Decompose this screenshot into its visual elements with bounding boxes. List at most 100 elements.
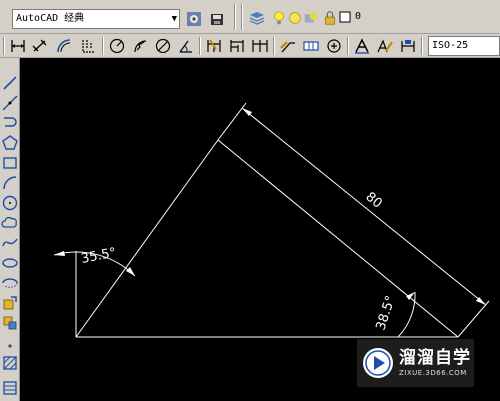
point-tool-button[interactable] <box>0 333 19 352</box>
workspace-save-icon <box>211 14 223 25</box>
hatch-tool-button[interactable] <box>0 353 19 372</box>
aligned-dimension-button[interactable] <box>30 36 50 56</box>
workspace-dropdown[interactable]: AutoCAD 经典 ▼ <box>12 9 180 29</box>
spline-tool-button[interactable] <box>0 233 19 252</box>
continue-dimension-button[interactable] <box>250 36 270 56</box>
tolerance-icon <box>303 41 319 51</box>
rectangle-tool-button[interactable] <box>0 153 19 172</box>
center-mark-button[interactable] <box>324 36 344 56</box>
ellipse-arc-icon <box>1 277 18 288</box>
insert-block-icon <box>3 295 17 309</box>
quick-dimension-button[interactable] <box>204 36 224 56</box>
toolbar-grip <box>3 37 5 55</box>
diameter-icon <box>155 38 171 54</box>
line-tool-button[interactable] <box>0 73 19 92</box>
gear-icon <box>187 12 201 26</box>
toolbar-separator <box>199 37 201 55</box>
quick-leader-button[interactable] <box>278 36 298 56</box>
angle-arc-right <box>397 291 416 338</box>
triangle-left-edge <box>75 139 219 338</box>
toolbar-separator <box>347 37 349 55</box>
line-icon <box>2 75 17 90</box>
ellipse-arc-tool-button[interactable] <box>0 273 19 292</box>
arc-tool-button[interactable] <box>0 173 19 192</box>
gradient-tool-button[interactable] <box>0 378 19 397</box>
layer-on-toggle[interactable] <box>271 8 287 28</box>
point-icon <box>7 343 12 348</box>
linear-dim-icon <box>11 40 25 52</box>
triangle-right-edge <box>217 139 459 338</box>
linear-dimension-button[interactable] <box>8 36 28 56</box>
angle-arrow-right-1 <box>406 292 415 300</box>
make-block-icon <box>3 316 16 329</box>
dimension-update-button[interactable] <box>398 36 418 56</box>
ordinate-icon <box>82 40 94 53</box>
tolerance-button[interactable] <box>301 36 321 56</box>
spline-icon <box>1 238 18 246</box>
continue-icon <box>252 40 268 52</box>
angle-arrow-left-1 <box>54 251 65 256</box>
ordinate-dimension-button[interactable] <box>78 36 98 56</box>
viewport-sun-icon <box>304 12 318 23</box>
baseline-dimension-button[interactable] <box>227 36 247 56</box>
polyline-tool-button[interactable] <box>0 113 19 132</box>
dim-extension-line-2 <box>457 300 490 338</box>
layers-icon <box>249 12 265 25</box>
dim-line-80 <box>241 107 487 306</box>
xline-icon <box>2 95 17 110</box>
toolbar-separator <box>273 37 275 55</box>
angular-dimension-button[interactable] <box>176 36 196 56</box>
insert-block-button[interactable] <box>0 293 19 312</box>
dim-text-edit-icon <box>377 39 393 53</box>
leader-icon <box>280 41 295 53</box>
dimension-style-value: ISO-25 <box>432 40 469 51</box>
dimension-text-edit-button[interactable] <box>375 36 395 56</box>
color-square-icon <box>339 11 351 23</box>
hatch-icon <box>2 355 17 370</box>
layer-manager-button[interactable] <box>247 8 267 28</box>
draw-toolbar <box>0 58 20 401</box>
angle-text-right[interactable]: 38.5° <box>374 294 399 332</box>
save-workspace-button[interactable] <box>207 9 227 29</box>
workspace-value: AutoCAD 经典 <box>16 13 85 24</box>
dimension-edit-button[interactable] <box>352 36 372 56</box>
watermark-name: 溜溜自学 <box>399 348 471 368</box>
circle-tool-button[interactable] <box>0 193 19 212</box>
revision-cloud-button[interactable] <box>0 213 19 232</box>
dim-edit-icon <box>355 38 369 54</box>
dimension-toolbar: ISO-25 <box>0 34 500 58</box>
toolbar-separator <box>421 37 423 55</box>
angle-text-left[interactable]: 35.5° <box>80 245 118 266</box>
lightbulb-icon <box>274 11 284 25</box>
workspace-settings-button[interactable] <box>184 9 204 29</box>
angle-arrow-left-2 <box>126 267 135 276</box>
layer-color-swatch[interactable] <box>339 10 351 24</box>
layer-freeze-toggle[interactable] <box>287 8 303 28</box>
center-mark-icon <box>327 39 341 53</box>
dimension-style-dropdown[interactable]: ISO-25 <box>428 36 500 56</box>
polygon-tool-button[interactable] <box>0 133 19 152</box>
gradient-icon <box>2 380 17 395</box>
chevron-down-icon: ▼ <box>171 14 177 24</box>
arc-icon <box>2 175 16 189</box>
dim-update-icon <box>401 40 415 52</box>
dim-extension-line-1 <box>217 102 247 141</box>
polygon-icon <box>1 134 18 150</box>
baseline-icon <box>230 40 244 52</box>
ellipse-tool-button[interactable] <box>0 253 19 272</box>
angular-icon <box>179 40 192 53</box>
quick-dim-icon <box>207 39 221 52</box>
radius-dimension-button[interactable] <box>107 36 127 56</box>
watermark-url: ZIXUE.3D66.COM <box>399 369 467 377</box>
arc-length-button[interactable] <box>54 36 74 56</box>
layer-viewport-freeze-toggle[interactable] <box>303 8 319 28</box>
rectangle-icon <box>2 156 17 169</box>
make-block-button[interactable] <box>0 313 19 332</box>
construction-line-button[interactable] <box>0 93 19 112</box>
toolbar-separator <box>102 37 104 55</box>
jogged-dimension-button[interactable] <box>130 36 150 56</box>
layer-lock-toggle[interactable] <box>322 8 338 28</box>
toolbar-separator <box>241 4 243 30</box>
diameter-dimension-button[interactable] <box>153 36 173 56</box>
current-layer-name[interactable]: 0 <box>355 11 361 22</box>
